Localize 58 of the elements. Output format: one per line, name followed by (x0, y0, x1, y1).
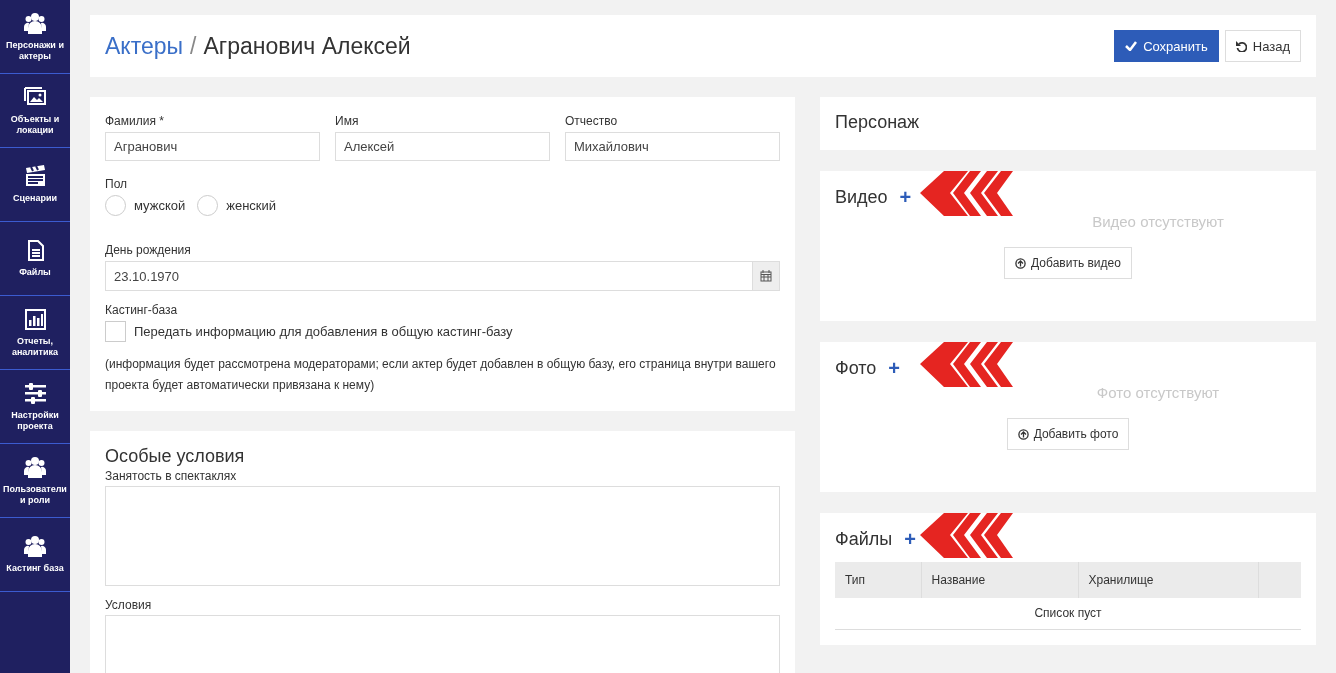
page-title: Агранович Алексей (203, 32, 411, 60)
input-field[interactable]: Михайлович (565, 132, 780, 161)
sidebar-item[interactable]: Объекты и локации (0, 74, 70, 148)
field-label: Кастинг-база (105, 303, 179, 317)
add-button[interactable]: Добавить фото (1006, 418, 1130, 450)
sidebar-item[interactable]: Пользователи и роли (0, 444, 70, 518)
column-header: Тип (835, 562, 921, 598)
checkbox-label: Передать информацию для добавления в общую кастинг-базу (134, 324, 513, 339)
sliders-icon (24, 381, 46, 404)
sidebar-item[interactable]: Персонажи и актеры (0, 0, 70, 74)
breadcrumb-separator: / (190, 32, 197, 60)
calendar-icon (760, 270, 772, 282)
field-label: Фамилия * (105, 114, 165, 128)
back-button[interactable]: Назад (1224, 30, 1301, 62)
add-button[interactable]: + (899, 185, 912, 209)
sidebar-item[interactable]: Кастинг база (0, 518, 70, 592)
people-icon (24, 535, 46, 557)
checkbox[interactable] (105, 321, 126, 342)
undo-icon (1235, 40, 1247, 52)
people-icon (24, 11, 46, 34)
breadcrumb-link[interactable]: Актеры (105, 32, 184, 60)
input-field[interactable]: Агранович (105, 132, 320, 161)
field-label: Занятость в спектаклях (105, 469, 238, 483)
sidebar-item[interactable]: Сценарии (0, 148, 70, 222)
textarea-field[interactable] (105, 486, 780, 586)
column-header: Хранилище (1078, 562, 1258, 598)
radio-label: женский (226, 198, 277, 213)
add-button[interactable]: + (888, 356, 901, 380)
save-button[interactable]: Сохранить (1114, 30, 1219, 62)
section-title: Видео (835, 186, 888, 208)
sidebar-item[interactable]: Файлы (0, 222, 70, 296)
field-label: Имя (335, 114, 360, 128)
field-label: Пол (105, 177, 129, 191)
people-icon (24, 455, 46, 478)
section-title: Персонаж (835, 112, 921, 133)
field-label: Условия (105, 598, 153, 612)
sidebar-item[interactable]: Настройки проекта (0, 370, 70, 444)
upload-circle-icon (1015, 257, 1027, 269)
radio-label: мужской (134, 198, 186, 213)
add-button[interactable]: + (904, 527, 916, 551)
date-field[interactable]: 23.10.1970 (105, 261, 780, 291)
column-header (1258, 562, 1301, 598)
field-label: Отчество (565, 114, 619, 128)
field-label: День рождения (105, 243, 192, 257)
section-title: Файлы (835, 528, 893, 550)
add-button[interactable]: Добавить видео (1004, 247, 1132, 279)
input-field[interactable]: Алексей (335, 132, 550, 161)
empty-message: Список пуст (835, 598, 1301, 629)
column-header: Название (921, 562, 1078, 598)
clapperboard-icon (24, 165, 46, 187)
checkmark-icon (1125, 41, 1138, 51)
bar-chart-icon (24, 307, 46, 330)
images-icon (24, 85, 46, 108)
upload-circle-icon (1017, 428, 1029, 440)
section-title: Фото (835, 357, 877, 379)
note-text: (информация будет рассмотрена модераторами; если актер будет добавлен в общую базу, его страница внутри вашего проекта будет автоматически привязана к нему) (105, 356, 777, 394)
section-title: Особые условия (105, 446, 246, 467)
sidebar-item[interactable]: Отчеты, аналитика (0, 296, 70, 370)
